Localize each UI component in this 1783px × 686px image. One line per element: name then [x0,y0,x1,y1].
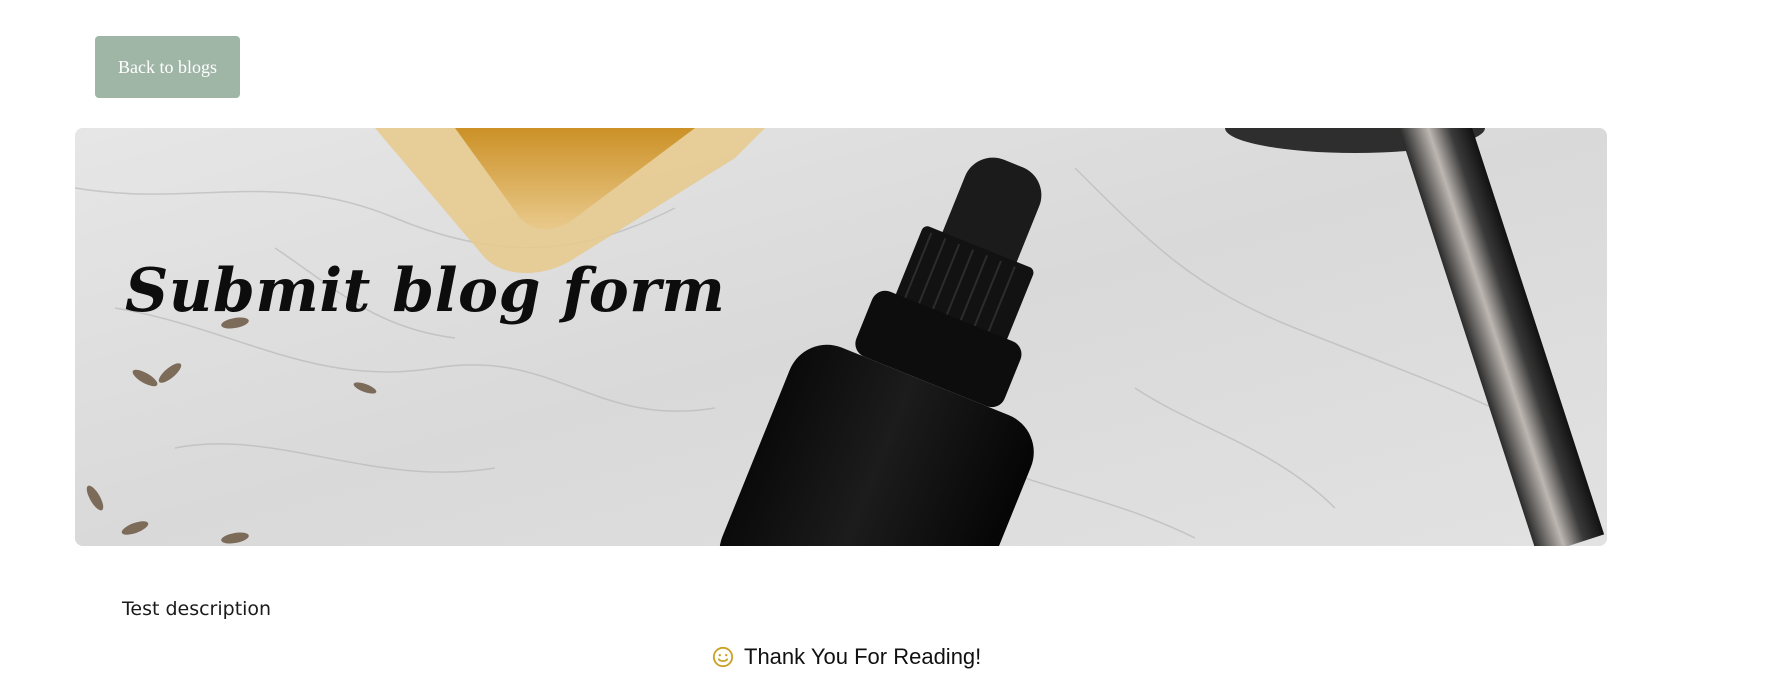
page-title: Submit blog form [125,256,726,326]
smiley-icon [712,646,734,668]
blog-description: Test description [122,598,272,620]
back-to-blogs-button[interactable]: Back to blogs [95,36,240,98]
thank-you-message: Thank You For Reading! [712,644,981,670]
thank-you-text: Thank You For Reading! [744,644,982,669]
hero-banner: Submit blog form [75,128,1607,546]
hero-image [75,128,1607,546]
